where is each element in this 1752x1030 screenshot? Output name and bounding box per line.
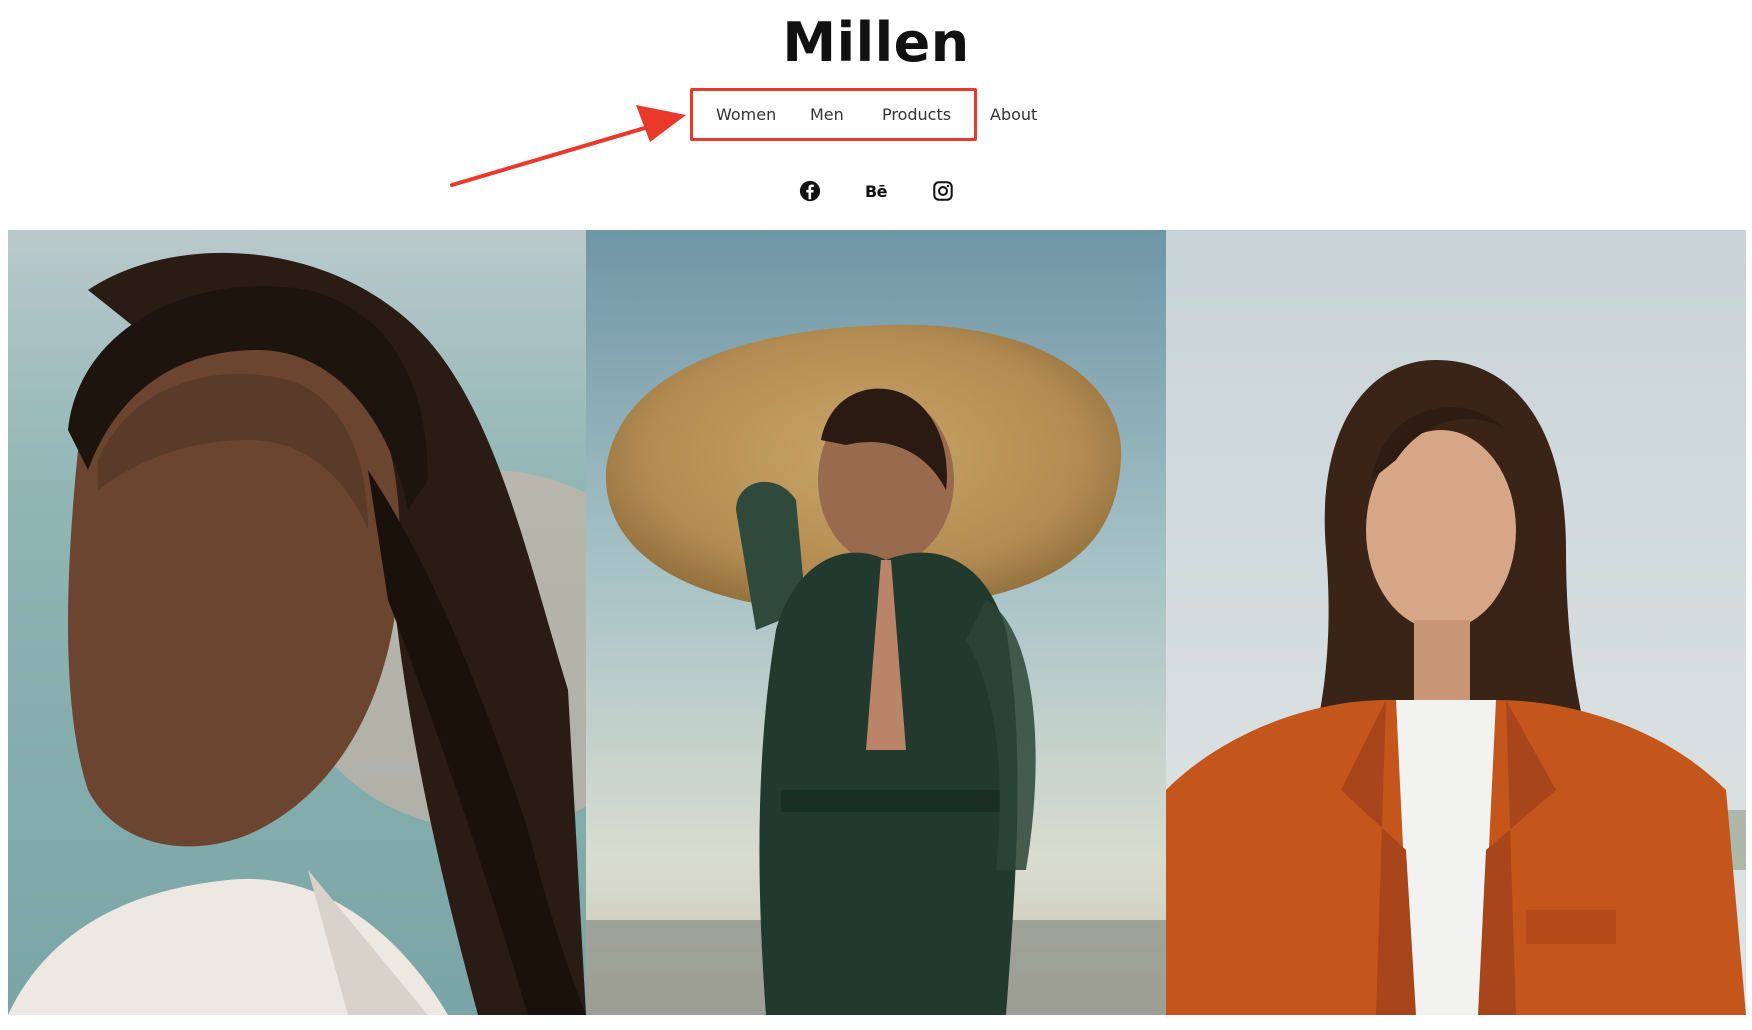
gallery-photo-2[interactable]	[586, 230, 1166, 1015]
behance-icon[interactable]: Bē	[863, 178, 889, 204]
nav-item-about[interactable]: About	[990, 104, 1037, 126]
site-title[interactable]: Millen	[0, 8, 1752, 78]
page: Millen Women Men Products About Bē	[0, 0, 1752, 1030]
behance-glyph: Bē	[864, 181, 888, 201]
nav-item-products[interactable]: Products	[882, 104, 951, 126]
annotation-arrow	[450, 105, 686, 187]
instagram-icon[interactable]	[930, 178, 956, 204]
gallery-photo-3[interactable]	[1166, 230, 1746, 1015]
facebook-icon[interactable]	[797, 178, 823, 204]
nav-item-women[interactable]: Women	[716, 104, 776, 126]
gallery-photo-1[interactable]	[8, 230, 586, 1015]
nav-item-men[interactable]: Men	[810, 104, 844, 126]
